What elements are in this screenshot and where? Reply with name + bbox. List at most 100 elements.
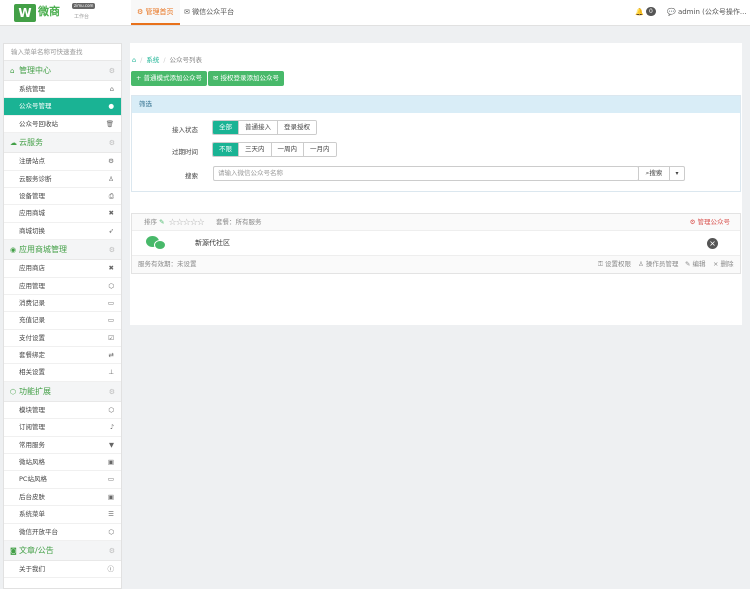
expire-time-group: 不限 三天内 一周内 一月内: [212, 142, 337, 157]
expire-option-week[interactable]: 一周内: [271, 143, 304, 156]
cubes-icon: ⬡: [10, 387, 17, 396]
user-menu[interactable]: 💬 admin (公众号操作...: [667, 0, 747, 25]
search-label: 搜索: [185, 172, 198, 180]
main-content: ⌂ / 系统 / 公众号列表 + 普通模式添加公众号 ✉ 授权登录添加公众号 筛选 接入…: [130, 43, 742, 325]
sidebar-item-pc-style[interactable]: PC站风格 ▭: [4, 471, 121, 489]
link-label: 管理公众号: [697, 218, 731, 226]
notifications[interactable]: 🔔 0: [635, 0, 656, 25]
home-icon[interactable]: ⌂: [132, 56, 136, 64]
sidebar-item-about-us[interactable]: 关于我们 ⓘ: [4, 561, 121, 579]
group-title: 应用商城管理: [19, 245, 67, 255]
notification-badge: 0: [645, 7, 656, 16]
sidebar-item-admin-skin[interactable]: 后台皮肤 ▣: [4, 489, 121, 507]
cubes-icon: ⬡: [108, 405, 114, 414]
sidebar-item-open-platform[interactable]: 微信开放平台 ⬡: [4, 524, 121, 541]
sidebar-item-register-site[interactable]: 注册站点 ⚙: [4, 153, 121, 171]
menu-search-input[interactable]: 输入菜单名称可快速查找: [4, 44, 121, 61]
trash-icon: 🗑: [105, 119, 114, 128]
sidebar-item-devices[interactable]: 设备管理 ⎙: [4, 188, 121, 206]
gear-icon[interactable]: ⚙: [109, 61, 115, 81]
gear-icon[interactable]: ⚙: [109, 240, 115, 260]
logo-mark: W: [14, 4, 36, 22]
item-label: 商城切换: [19, 226, 45, 235]
gear-icon: ⚙: [689, 218, 696, 226]
sidebar-group-extensions[interactable]: ⬡ 功能扩展 ⚙: [4, 381, 121, 402]
sidebar-group-app-store[interactable]: ◉ 应用商城管理 ⚙: [4, 240, 121, 261]
close-icon: ×: [713, 260, 719, 268]
sidebar-item-store-switch[interactable]: 商城切换 ➶: [4, 223, 121, 241]
item-label: 消费记录: [19, 298, 45, 307]
user-md-icon: ♙: [108, 174, 114, 183]
cross-icon: ✖: [108, 209, 114, 218]
user-label: admin (公众号操作...: [677, 8, 747, 16]
remove-icon[interactable]: ×: [707, 238, 718, 249]
search-dropdown-button[interactable]: ▾: [669, 166, 685, 181]
expire-option-month[interactable]: 一月内: [304, 143, 336, 156]
group-title: 云服务: [19, 138, 43, 148]
add-auth-account-button[interactable]: ✉ 授权登录添加公众号: [208, 71, 285, 86]
money-icon: ▭: [107, 316, 114, 325]
service-expiry-text: 服务有效期：未设置: [138, 260, 197, 268]
gear-icon[interactable]: ⚙: [109, 541, 115, 561]
edit-link[interactable]: ✎ 编辑: [685, 256, 706, 273]
add-normal-account-button[interactable]: + 普通模式添加公众号: [131, 71, 208, 86]
account-search-input[interactable]: 请输入微信公众号名称: [213, 166, 639, 181]
item-label: 系统管理: [19, 85, 45, 93]
sidebar-item-app-shop[interactable]: 应用商店 ✖: [4, 260, 121, 278]
item-label: 后台皮肤: [19, 492, 45, 501]
sidebar-item-site-style[interactable]: 微站风格 ▣: [4, 454, 121, 472]
manage-account-link[interactable]: ⚙ 管理公众号: [690, 214, 730, 231]
sidebar-item-app-manage[interactable]: 应用管理 ⬡: [4, 278, 121, 295]
access-option-all[interactable]: 全部: [213, 121, 239, 134]
tab-admin-home[interactable]: ⚙ 管理首页: [131, 0, 180, 25]
sidebar-item-package-binding[interactable]: 套餐绑定 ⇄: [4, 347, 121, 365]
cogs-icon: ⚙: [108, 157, 114, 166]
access-option-normal[interactable]: 普通接入: [239, 121, 278, 134]
sidebar-item-subscriptions[interactable]: 订阅管理 ♪: [4, 419, 121, 437]
breadcrumb-system[interactable]: 系统: [146, 56, 159, 64]
pencil-icon[interactable]: ✎: [159, 218, 164, 226]
home-icon: ⌂: [10, 67, 15, 75]
sidebar-item-system[interactable]: 系统管理 ⌂: [4, 81, 121, 99]
button-label: 授权登录添加公众号: [220, 74, 280, 82]
tab-wechat-platform[interactable]: ✉ 微信公众平台: [178, 0, 240, 25]
sidebar-item-system-menu[interactable]: 系统菜单 ☰: [4, 506, 121, 524]
sidebar-item-accounts[interactable]: 公众号管理 ●: [4, 98, 121, 116]
top-bar: W 微商 zimu.com 工作台 ⚙ 管理首页 ✉ 微信公众平台 🔔 0 💬 …: [0, 0, 750, 26]
item-label: 应用商城: [19, 209, 45, 218]
rating-stars[interactable]: ☆☆☆☆☆: [169, 215, 205, 232]
account-card-body: 新源代社区 ×: [132, 231, 740, 256]
sidebar-group-management[interactable]: ⌂ 管理中心 ⚙: [4, 61, 121, 81]
sidebar-item-app-store[interactable]: 应用商城 ✖: [4, 205, 121, 223]
operator-manage-link[interactable]: ♙ 操作员管理: [638, 256, 678, 273]
item-label: 系统菜单: [19, 510, 45, 519]
sidebar-group-articles[interactable]: ◙ 文章/公告 ⚙: [4, 540, 121, 561]
logo[interactable]: W 微商 zimu.com 工作台: [14, 3, 102, 23]
search-button[interactable]: ⌕搜索: [638, 166, 670, 181]
sort-label: 排序: [144, 218, 157, 226]
sidebar-item-modules[interactable]: 模块管理 ⬡: [4, 402, 121, 420]
sidebar-item-related-settings[interactable]: 相关设置 ⊥: [4, 364, 121, 382]
gear-icon[interactable]: ⚙: [109, 382, 115, 402]
gear-icon[interactable]: ⚙: [109, 133, 115, 153]
sidebar-item-recharge-log[interactable]: 充值记录 ▭: [4, 312, 121, 330]
item-label: 微信开放平台: [19, 527, 58, 536]
sidebar-item-consume-log[interactable]: 消费记录 ▭: [4, 295, 121, 313]
sidebar-item-payment-settings[interactable]: 支付设置 ☑: [4, 330, 121, 348]
image-icon: ▣: [107, 492, 114, 501]
account-name[interactable]: 新源代社区: [195, 231, 230, 256]
sidebar-item-recycle[interactable]: 公众号回收站 🗑: [4, 116, 121, 134]
package-text: 套餐：所有服务: [215, 218, 262, 226]
expire-option-any[interactable]: 不限: [213, 143, 239, 156]
sidebar-item-cloud-diagnose[interactable]: 云服务诊断 ♙: [4, 171, 121, 188]
delete-link[interactable]: × 删除: [713, 256, 734, 273]
item-label: 应用商店: [19, 264, 45, 273]
account-card-footer: 服务有效期：未设置 ⚿ 设置权限 ♙ 操作员管理 ✎ 编辑 × 删除: [132, 256, 740, 273]
sidebar-group-cloud[interactable]: ☁ 云服务 ⚙: [4, 133, 121, 154]
set-permissions-link[interactable]: ⚿ 设置权限: [598, 256, 631, 273]
access-option-auth[interactable]: 登录授权: [278, 121, 316, 134]
expire-option-3days[interactable]: 三天内: [239, 143, 272, 156]
sidebar-item-common-services[interactable]: 常用服务 ▼: [4, 437, 121, 455]
item-label: 模块管理: [19, 405, 45, 414]
plus-icon: +: [136, 74, 142, 82]
